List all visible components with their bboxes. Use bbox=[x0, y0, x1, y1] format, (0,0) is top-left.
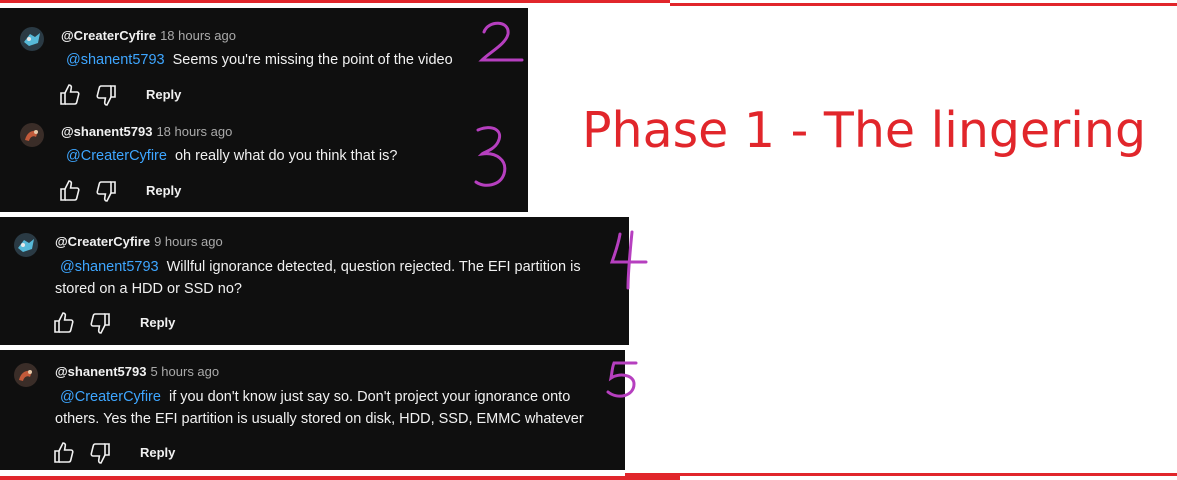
bottom-red-line-left bbox=[0, 476, 680, 480]
reply-button[interactable]: Reply bbox=[146, 183, 181, 198]
phase-title: Phase 1 - The lingering bbox=[582, 102, 1147, 159]
dislike-icon[interactable] bbox=[94, 179, 118, 203]
dislike-icon[interactable] bbox=[94, 83, 118, 107]
avatar-shanent[interactable] bbox=[20, 123, 44, 147]
top-red-line-right bbox=[670, 3, 1177, 6]
avatar-cyfire[interactable] bbox=[14, 233, 38, 257]
comment-actions: Reply bbox=[52, 441, 192, 465]
avatar-shanent[interactable] bbox=[14, 363, 38, 387]
avatar-cyfire[interactable] bbox=[20, 27, 44, 51]
bottom-red-line-right bbox=[625, 473, 1177, 476]
like-icon[interactable] bbox=[52, 311, 76, 335]
comment-time[interactable]: 5 hours ago bbox=[150, 364, 219, 379]
comment-author[interactable]: @shanent5793 bbox=[61, 124, 152, 139]
comment-text: Seems you're missing the point of the vi… bbox=[172, 52, 453, 68]
reply-button[interactable]: Reply bbox=[140, 315, 175, 330]
like-icon[interactable] bbox=[52, 441, 76, 465]
dislike-icon[interactable] bbox=[88, 311, 112, 335]
annotation-4: 4 bbox=[609, 230, 648, 290]
like-icon[interactable] bbox=[58, 179, 82, 203]
comment-author[interactable]: @CreaterCyfire bbox=[55, 234, 150, 249]
top-red-line-left bbox=[0, 0, 670, 3]
mention-link[interactable]: @CreaterCyfire bbox=[66, 148, 167, 164]
comment-actions: Reply bbox=[58, 83, 198, 107]
reply-button[interactable]: Reply bbox=[146, 87, 181, 102]
comment-text: oh really what do you think that is? bbox=[174, 148, 398, 164]
mention-link[interactable]: @shanent5793 bbox=[60, 259, 159, 275]
comment-time[interactable]: 9 hours ago bbox=[154, 234, 223, 249]
like-icon[interactable] bbox=[58, 83, 82, 107]
annotation-3: 3 bbox=[474, 126, 507, 187]
mention-link[interactable]: @CreaterCyfire bbox=[60, 389, 161, 405]
comment-actions: Reply bbox=[58, 179, 198, 203]
comment-author[interactable]: @CreaterCyfire bbox=[61, 28, 156, 43]
reply-button[interactable]: Reply bbox=[140, 445, 175, 460]
dislike-icon[interactable] bbox=[88, 441, 112, 465]
comment-time[interactable]: 18 hours ago bbox=[156, 124, 232, 139]
annotation-2: 2 bbox=[478, 21, 524, 62]
annotation-5: 5 bbox=[606, 361, 638, 398]
comment-time[interactable]: 18 hours ago bbox=[160, 28, 236, 43]
mention-link[interactable]: @shanent5793 bbox=[66, 52, 165, 68]
comment-author[interactable]: @shanent5793 bbox=[55, 364, 146, 379]
comment-actions: Reply bbox=[52, 311, 192, 335]
